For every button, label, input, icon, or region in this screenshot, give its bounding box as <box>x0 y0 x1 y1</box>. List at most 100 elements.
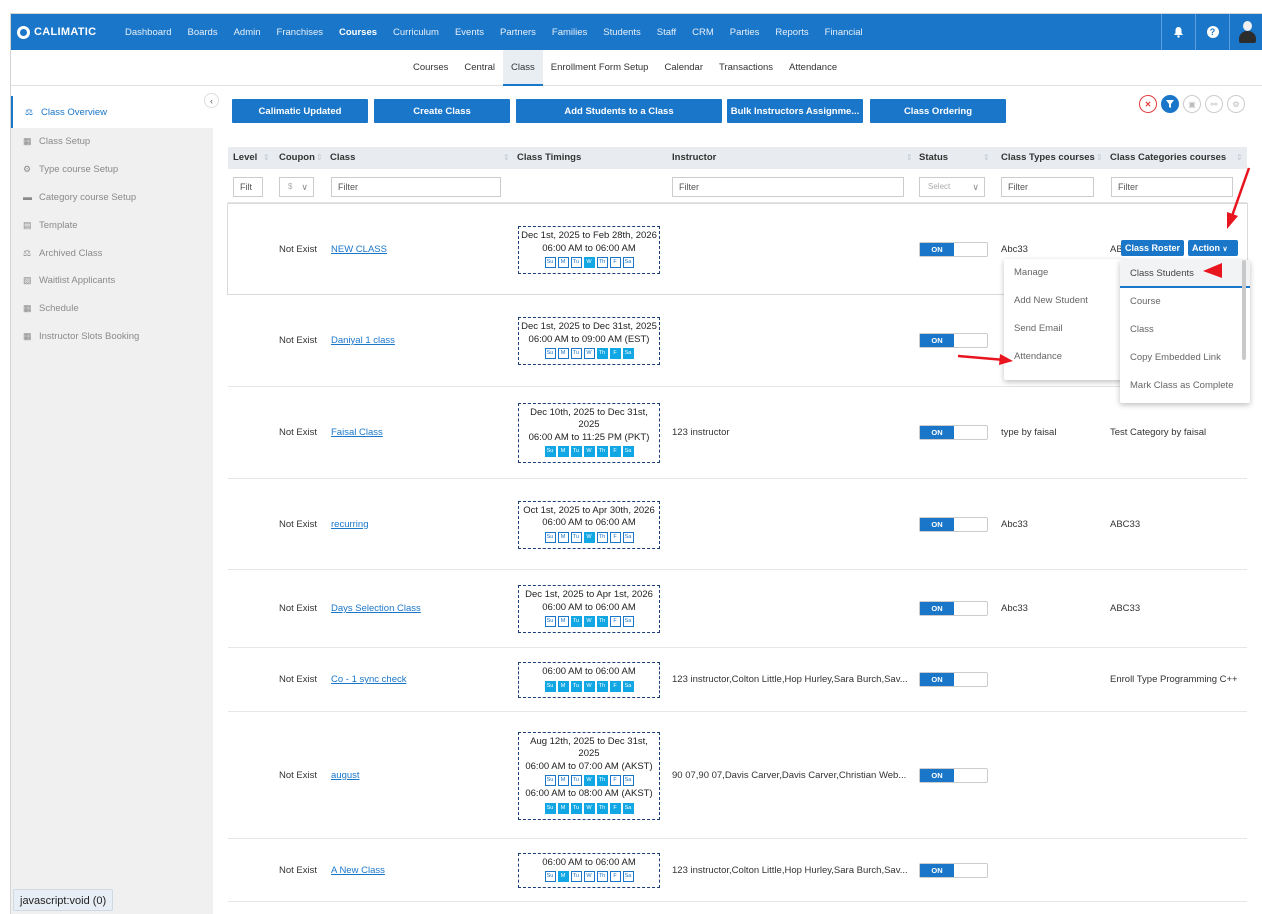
nav-staff[interactable]: Staff <box>649 27 684 38</box>
header-class-timings[interactable]: Class Timings <box>517 147 581 169</box>
template-icon: ▤ <box>23 219 32 230</box>
sidebar-item-type-course-setup[interactable]: ⚙ Type course Setup <box>11 156 213 184</box>
header-status[interactable]: Status <box>919 147 948 169</box>
nav-boards[interactable]: Boards <box>179 27 225 38</box>
sidebar-item-archived-class[interactable]: ⚖ Archived Class <box>11 239 213 267</box>
weekday-selector: Su M Tu W Th F Sa <box>521 446 657 457</box>
nav-reports[interactable]: Reports <box>767 27 816 38</box>
categories-filter-input[interactable]: Filter <box>1111 177 1233 197</box>
subnav-calendar[interactable]: Calendar <box>656 50 711 86</box>
status-toggle[interactable]: ON <box>919 333 988 348</box>
nav-families[interactable]: Families <box>544 27 595 38</box>
sidebar-item-instructor-slots-booking[interactable]: ▦ Instructor Slots Booking <box>11 323 213 351</box>
nav-dashboard[interactable]: Dashboard <box>117 27 179 38</box>
status-toggle[interactable]: ON <box>919 767 988 783</box>
nav-admin[interactable]: Admin <box>226 27 269 38</box>
header-coupon[interactable]: Coupon <box>279 147 315 169</box>
filter-icon[interactable] <box>1161 95 1179 113</box>
status-toggle[interactable]: ON <box>919 672 988 687</box>
sidebar-item-class-setup[interactable]: ▦ Class Setup <box>11 128 213 156</box>
export-icon[interactable]: ▣ <box>1183 95 1201 113</box>
action-dropdown-button[interactable]: Action ∨ <box>1188 240 1238 256</box>
menu-item-class-students[interactable]: Class Students <box>1120 260 1250 288</box>
menu-item-send-email[interactable]: Send Email <box>1004 315 1124 343</box>
class-name-link[interactable]: recurring <box>331 519 369 530</box>
share-icon[interactable]: ⚯ <box>1205 95 1223 113</box>
sidebar-item-category-course-setup[interactable]: ▬ Category course Setup <box>11 184 213 212</box>
menu-item-mark-class-as-complete[interactable]: Mark Class as Complete <box>1120 372 1250 400</box>
menu-item-course[interactable]: Course <box>1120 288 1250 316</box>
status-toggle[interactable]: ON <box>919 601 988 616</box>
menu-item-copy-embedded-link[interactable]: Copy Embedded Link <box>1120 344 1250 372</box>
header-level[interactable]: Level <box>233 147 257 169</box>
header-class[interactable]: Class <box>330 147 355 169</box>
class-name-link[interactable]: A New Class <box>331 865 385 876</box>
nav-events[interactable]: Events <box>447 27 492 38</box>
sidebar-item-class-overview[interactable]: ⚖ Class Overview <box>11 96 213 128</box>
clear-filter-icon[interactable]: ✕ <box>1139 95 1157 113</box>
menu-item-manage[interactable]: Manage <box>1004 259 1124 287</box>
sort-icon[interactable]: ⇕ <box>906 153 913 162</box>
help-icon[interactable]: ? <box>1195 14 1229 50</box>
nav-students[interactable]: Students <box>595 27 649 38</box>
menu-item-add-new-student[interactable]: Add New Student <box>1004 287 1124 315</box>
collapse-sidebar-chevron-icon[interactable]: ‹ <box>204 93 219 108</box>
menu-item-class[interactable]: Class <box>1120 316 1250 344</box>
class-name-link[interactable]: august <box>331 770 360 781</box>
create-class-button[interactable]: Create Class <box>374 99 510 123</box>
class-name-link[interactable]: Co - 1 sync check <box>331 674 407 685</box>
class-name-link[interactable]: Days Selection Class <box>331 603 421 614</box>
subnav-enrollment-form-setup[interactable]: Enrollment Form Setup <box>543 50 657 86</box>
status-filter-select[interactable]: Select ∨ <box>919 177 985 197</box>
menu-item-attendance[interactable]: Attendance <box>1004 343 1124 371</box>
class-name-link[interactable]: Faisal Class <box>331 427 383 438</box>
subnav-courses[interactable]: Courses <box>405 50 456 86</box>
sort-icon[interactable]: ⇕ <box>1096 153 1103 162</box>
nav-franchises[interactable]: Franchises <box>269 27 331 38</box>
subnav-central[interactable]: Central <box>456 50 503 86</box>
class-name-link[interactable]: Daniyal 1 class <box>331 335 395 346</box>
subnav-class[interactable]: Class <box>503 49 543 86</box>
header-class-types[interactable]: Class Types courses <box>1001 147 1095 169</box>
settings-gear-icon[interactable]: ⚙ <box>1227 95 1245 113</box>
class-filter-input[interactable]: Filter <box>331 177 501 197</box>
class-roster-button[interactable]: Class Roster <box>1121 240 1185 256</box>
weekday-chip: F <box>609 446 621 457</box>
instructor-filter-input[interactable]: Filter <box>672 177 904 197</box>
subnav-attendance[interactable]: Attendance <box>781 50 845 86</box>
nav-partners[interactable]: Partners <box>492 27 544 38</box>
calimatic-updated-button[interactable]: Calimatic Updated <box>232 99 368 123</box>
coupon-filter-select[interactable]: $ ∨ <box>279 177 314 197</box>
header-class-categories[interactable]: Class Categories courses <box>1110 147 1226 169</box>
subnav-transactions[interactable]: Transactions <box>711 50 781 86</box>
sort-icon[interactable]: ⇕ <box>263 153 270 162</box>
class-ordering-button[interactable]: Class Ordering <box>870 99 1006 123</box>
sort-icon[interactable]: ⇕ <box>316 153 323 162</box>
nav-crm[interactable]: CRM <box>684 27 722 38</box>
notifications-bell-icon[interactable] <box>1161 14 1195 50</box>
status-toggle[interactable]: ON <box>919 862 988 878</box>
user-avatar[interactable] <box>1229 14 1262 50</box>
add-students-to-class-button[interactable]: Add Students to a Class <box>516 99 722 123</box>
menu-scrollbar[interactable] <box>1242 260 1246 360</box>
nav-financial[interactable]: Financial <box>817 27 871 38</box>
sidebar-item-template[interactable]: ▤ Template <box>11 211 213 239</box>
sidebar-item-schedule[interactable]: ▦ Schedule <box>11 295 213 323</box>
brand-logo[interactable]: CALIMATIC <box>11 14 113 50</box>
types-filter-input[interactable]: Filter <box>1001 177 1094 197</box>
status-toggle[interactable]: ON <box>919 516 988 532</box>
status-toggle[interactable]: ON <box>919 242 988 257</box>
sidebar-item-waitlist-applicants[interactable]: ▧ Waitlist Applicants <box>11 267 213 295</box>
header-instructor[interactable]: Instructor <box>672 147 716 169</box>
nav-parties[interactable]: Parties <box>722 27 768 38</box>
sort-icon[interactable]: ⇕ <box>1236 153 1243 162</box>
nav-curriculum[interactable]: Curriculum <box>385 27 447 38</box>
class-category-cell: ABC33 <box>1110 518 1141 530</box>
sort-icon[interactable]: ⇕ <box>503 153 510 162</box>
level-filter-input[interactable]: Filt <box>233 177 263 197</box>
nav-courses[interactable]: Courses <box>331 27 385 38</box>
status-toggle[interactable]: ON <box>919 425 988 440</box>
bulk-instructors-assignment-button[interactable]: Bulk Instructors Assignme... <box>727 99 863 123</box>
sort-icon[interactable]: ⇕ <box>983 153 990 162</box>
class-name-link[interactable]: NEW CLASS <box>331 244 387 255</box>
